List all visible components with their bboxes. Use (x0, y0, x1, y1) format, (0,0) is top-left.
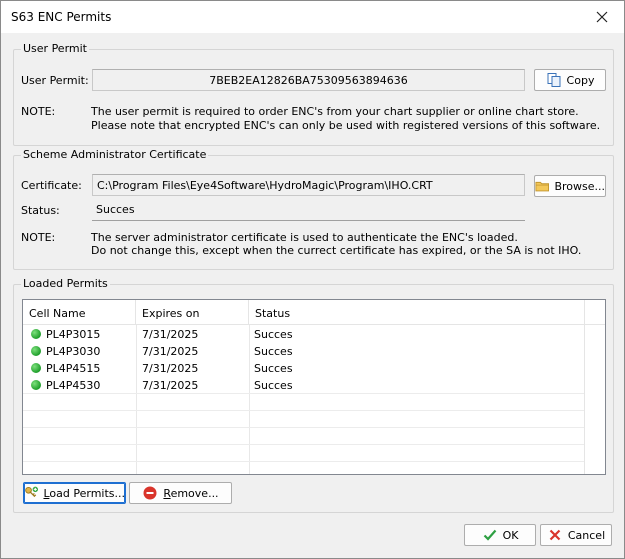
grid-line (23, 444, 584, 445)
expires-cell: 7/31/2025 (142, 328, 199, 341)
ok-button[interactable]: OK (464, 524, 536, 546)
grid-line (23, 427, 584, 428)
column-header-expires-on[interactable]: Expires on (136, 300, 249, 325)
cell-name: PL4P3030 (46, 345, 101, 358)
remove-button[interactable]: Remove... (129, 482, 232, 504)
folder-icon (535, 181, 550, 192)
close-icon (596, 11, 608, 23)
certificate-label: Certificate: (21, 179, 82, 192)
key-add-icon (25, 486, 39, 498)
list-scroll-gutter (584, 300, 605, 474)
cell-name: PL4P3015 (46, 328, 101, 341)
certificate-path-field[interactable]: C:\Program Files\Eye4Software\HydroMagic… (92, 174, 525, 196)
checkmark-icon (483, 529, 496, 541)
table-row[interactable]: PL4P4515 7/31/2025 Succes (23, 360, 585, 377)
title-bar: S63 ENC Permits (1, 1, 624, 33)
status-ok-icon (31, 380, 41, 390)
status-cell: Succes (254, 379, 293, 392)
status-cell: Succes (254, 328, 293, 341)
table-row[interactable]: PL4P4530 7/31/2025 Succes (23, 377, 585, 394)
certificate-status-field: Succes (92, 199, 525, 221)
status-ok-icon (31, 363, 41, 373)
table-row[interactable]: PL4P3030 7/31/2025 Succes (23, 343, 585, 360)
certificate-note-line2: Do not change this, except when the curr… (91, 244, 582, 257)
user-permit-label: User Permit: (21, 74, 89, 87)
expires-cell: 7/31/2025 (142, 379, 199, 392)
permits-list-header: Cell Name Expires on Status (23, 300, 605, 325)
column-header-status[interactable]: Status (249, 300, 585, 325)
cell-name-cell: PL4P4515 (31, 362, 100, 375)
column-header-cell-name[interactable]: Cell Name (23, 300, 136, 325)
copy-button[interactable]: Copy (534, 69, 606, 91)
user-permit-note-line2: Please note that encrypted ENC's can onl… (91, 119, 601, 132)
expires-cell: 7/31/2025 (142, 362, 199, 375)
remove-label: Remove... (163, 486, 219, 500)
grid-line (23, 410, 584, 411)
permits-list[interactable]: Cell Name Expires on Status PL4P3015 7/3… (22, 299, 606, 475)
window-title: S63 ENC Permits (11, 10, 112, 24)
certificate-note-line1: The server administrator certificate is … (91, 231, 518, 244)
browse-button-label: Browse... (554, 179, 605, 193)
ok-button-label: OK (502, 528, 519, 542)
s63-permits-dialog: S63 ENC Permits User Permit User Permit:… (0, 0, 625, 559)
cell-name-cell: PL4P4530 (31, 379, 100, 392)
cancel-button-label: Cancel (567, 528, 606, 542)
expires-cell: 7/31/2025 (142, 345, 199, 358)
user-permit-note-label: NOTE: (21, 105, 56, 118)
cancel-x-icon (549, 529, 561, 541)
cell-name: PL4P4530 (46, 379, 101, 392)
grid-line (23, 461, 584, 462)
status-cell: Succes (254, 362, 293, 375)
copy-button-label: Copy (566, 73, 595, 87)
certificate-legend: Scheme Administrator Certificate (21, 148, 209, 161)
certificate-note-label: NOTE: (21, 231, 56, 244)
cell-name: PL4P4515 (46, 362, 101, 375)
user-permit-field[interactable]: 7BEB2EA12826BA75309563894636 (92, 69, 525, 91)
load-permits-label: Load Permits... (43, 486, 125, 500)
status-cell: Succes (254, 345, 293, 358)
copy-icon (547, 73, 561, 87)
status-ok-icon (31, 329, 41, 339)
user-permit-legend: User Permit (21, 42, 89, 55)
browse-button[interactable]: Browse... (534, 175, 606, 197)
cell-name-cell: PL4P3030 (31, 345, 100, 358)
status-ok-icon (31, 346, 41, 356)
remove-icon (143, 486, 157, 500)
status-label: Status: (21, 204, 60, 217)
loaded-permits-legend: Loaded Permits (21, 277, 110, 290)
user-permit-note-line1: The user permit is required to order ENC… (91, 105, 579, 118)
table-row[interactable]: PL4P3015 7/31/2025 Succes (23, 326, 585, 343)
close-button[interactable] (580, 1, 624, 33)
cancel-button[interactable]: Cancel (540, 524, 612, 546)
cell-name-cell: PL4P3015 (31, 328, 100, 341)
load-permits-button[interactable]: Load Permits... (23, 482, 126, 504)
